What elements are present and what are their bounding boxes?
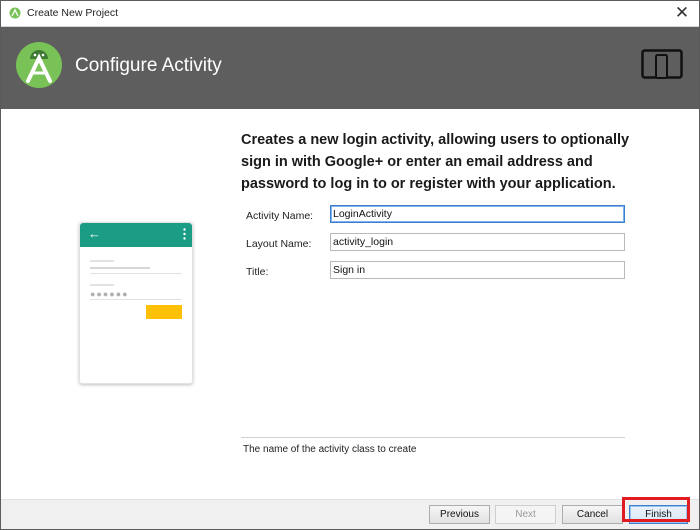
overflow-menu-icon [183,228,186,240]
preview-app-bar: ← [80,223,192,247]
title-input[interactable] [330,261,625,279]
preview-email-hint [90,260,114,262]
finish-highlight-box [622,497,690,522]
preview-signin-button [146,305,182,319]
activity-name-input[interactable] [330,205,625,223]
preview-email-underline [90,273,182,274]
activity-name-label: Activity Name: [246,210,314,222]
tablet-phone-icon [641,49,683,79]
next-button[interactable]: Next [495,505,556,524]
back-arrow-icon: ← [88,226,101,241]
window-title: Create New Project [27,7,119,19]
layout-name-input[interactable] [330,233,625,251]
preview-password-dots: ●●●●●● [90,289,129,299]
title-bar: Create New Project ✕ [1,1,699,27]
preview-password-hint [90,284,114,286]
android-studio-icon [9,7,21,19]
hint-divider [241,437,625,438]
cancel-button[interactable]: Cancel [562,505,623,524]
header-banner: Configure Activity [1,27,699,109]
wizard-footer: Previous Next Cancel Finish [1,499,699,529]
activity-preview: ← ●●●●●● [79,222,193,384]
title-label: Title: [246,266,269,278]
field-hint: The name of the activity class to create [243,444,417,455]
preview-email-text [90,267,150,269]
wizard-content: ← ●●●●●● Creates a new login activity, a… [1,109,699,499]
android-studio-icon [16,42,62,88]
preview-password-underline [90,299,182,300]
previous-button[interactable]: Previous [429,505,490,524]
layout-name-label: Layout Name: [246,238,312,250]
create-project-window: Create New Project ✕ Configure Activity … [0,0,700,530]
page-title: Configure Activity [75,55,222,76]
activity-description: Creates a new login activity, allowing u… [241,132,630,192]
close-icon[interactable]: ✕ [671,3,693,23]
